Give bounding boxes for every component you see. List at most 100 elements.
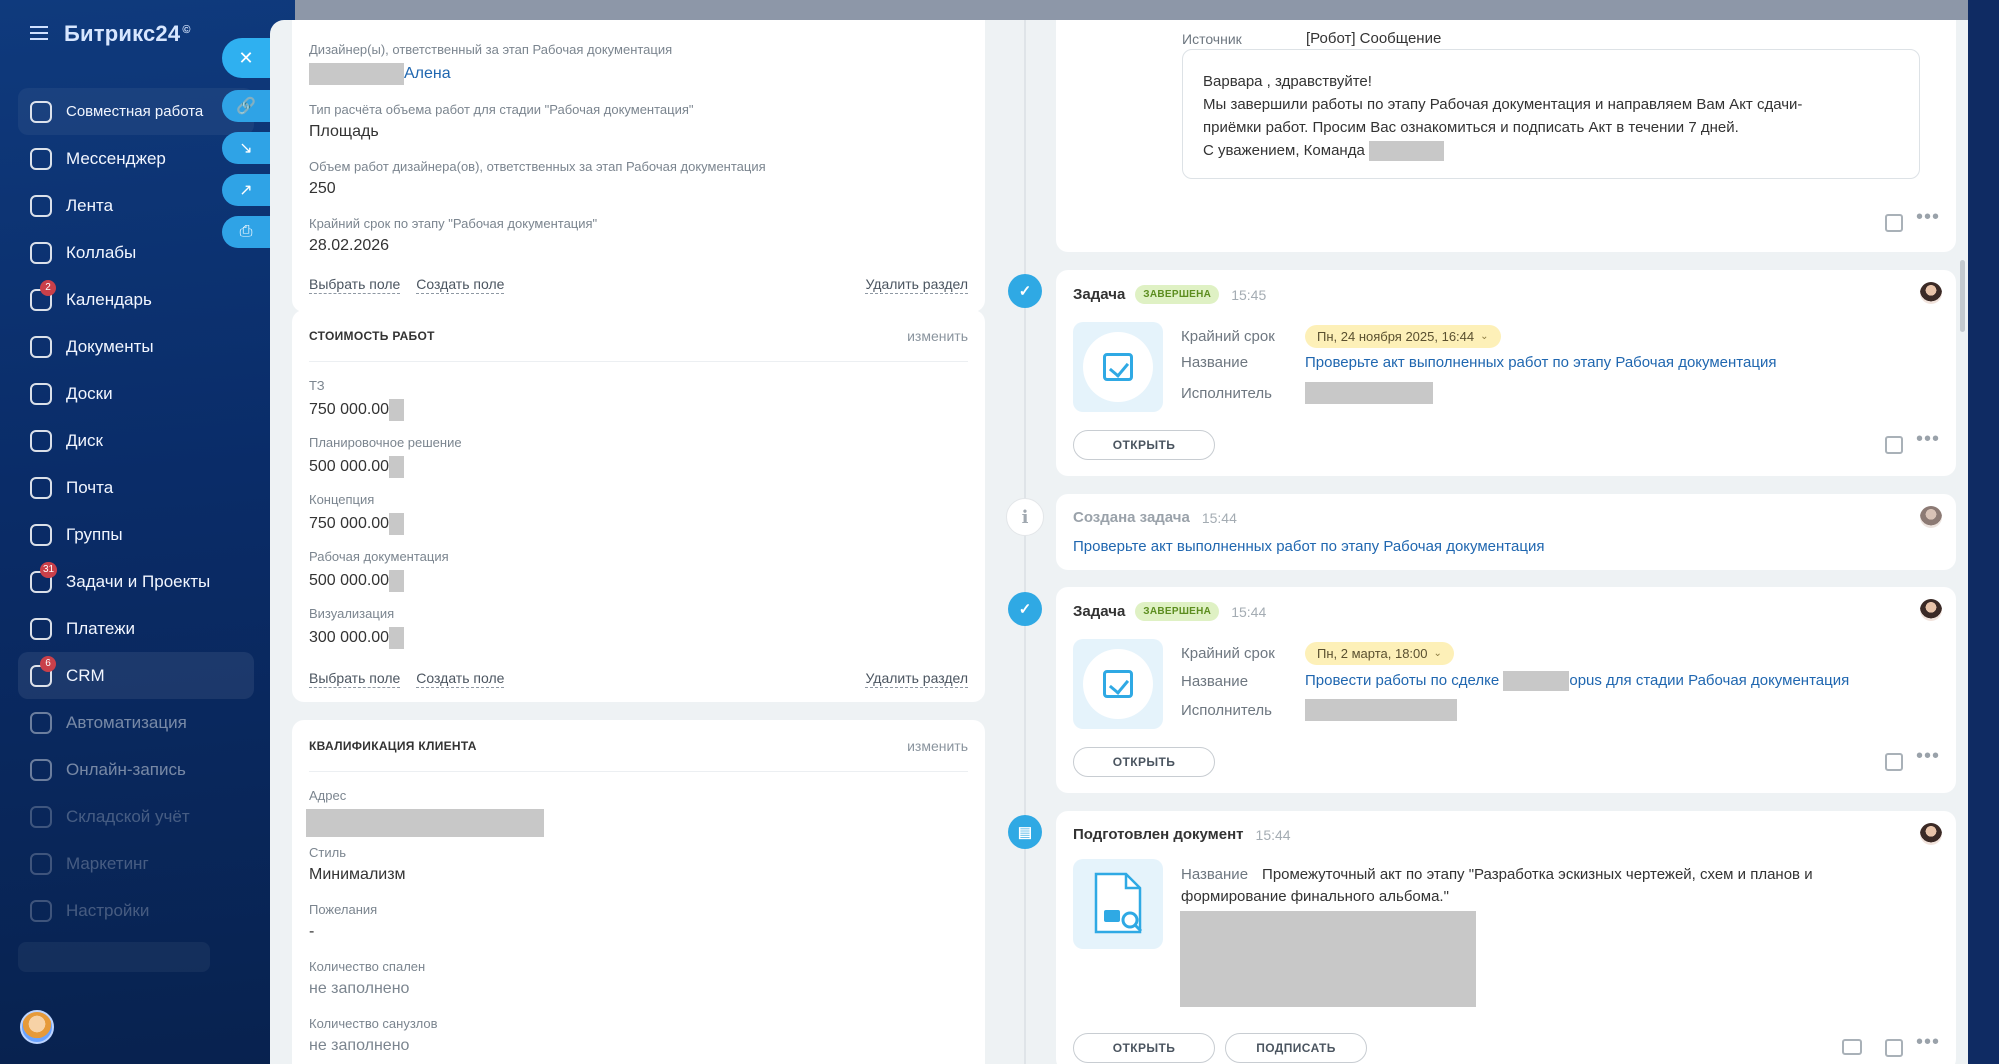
document-preview-icon <box>1073 859 1163 949</box>
sidebar-item-collabs[interactable]: Коллабы <box>18 229 254 276</box>
sidebar-item-disk[interactable]: Диск <box>18 417 254 464</box>
sidebar-item-groups[interactable]: Группы <box>18 511 254 558</box>
sidebar-item-payments[interactable]: Платежи <box>18 605 254 652</box>
sidebar-item-feed[interactable]: Лента <box>18 182 254 229</box>
delete-section-link[interactable]: Удалить раздел <box>865 276 968 294</box>
task-name-link[interactable]: Провести работы по сделке opus для стади… <box>1305 671 1849 691</box>
more-icon[interactable]: ••• <box>1916 1032 1940 1052</box>
sidebar-item-boards[interactable]: Доски <box>18 370 254 417</box>
counter-badge: 31 <box>40 562 58 578</box>
more-icon[interactable]: ••• <box>1916 746 1940 766</box>
mail-icon <box>30 476 52 499</box>
created-task-link[interactable]: Проверьте акт выполненных работ по этапу… <box>1073 538 1544 555</box>
card-footer: Выбрать поле Создать поле Удалить раздел <box>309 670 968 688</box>
style-value[interactable]: Минимализм <box>309 866 406 884</box>
sidebar-item-automation[interactable]: Автоматизация <box>18 699 254 746</box>
sign-button[interactable]: ПОДПИСАТЬ <box>1225 1033 1367 1063</box>
choose-field-link[interactable]: Выбрать поле <box>309 670 401 688</box>
note-icon[interactable] <box>1885 436 1903 454</box>
deadline-value[interactable]: 28.02.2026 <box>309 237 597 255</box>
print-button[interactable]: ⎙ <box>222 216 270 248</box>
disk-icon <box>30 429 52 452</box>
sidebar-item-chat[interactable]: Мессенджер <box>18 135 254 182</box>
more-icon[interactable]: ••• <box>1916 429 1940 449</box>
avatar[interactable] <box>1920 599 1942 621</box>
inventory-icon <box>30 805 52 828</box>
sidebar-item-inventory[interactable]: Складской учёт <box>18 793 254 840</box>
bathrooms-value[interactable]: не заполнено <box>309 1037 438 1055</box>
cost-field-value[interactable]: 750 000.00 <box>309 401 389 419</box>
sidebar-item-tasks[interactable]: Задачи и Проекты 31 <box>18 558 254 605</box>
user-avatar[interactable] <box>20 1010 54 1044</box>
print-icon[interactable] <box>1842 1039 1862 1055</box>
source-value: [Робот] Сообщение <box>1306 30 1442 47</box>
avatar[interactable] <box>1920 282 1942 304</box>
sidebar-item-settings[interactable]: Настройки <box>18 887 254 934</box>
cost-field-value[interactable]: 300 000.00 <box>309 629 389 647</box>
volume-value[interactable]: 250 <box>309 180 766 198</box>
sidebar-item-documents[interactable]: Документы <box>18 323 254 370</box>
task-done-icon: ✓ <box>1008 274 1042 308</box>
task-name-link[interactable]: Проверьте акт выполненных работ по этапу… <box>1305 354 1776 371</box>
boards-icon <box>30 382 52 405</box>
note-icon[interactable] <box>1885 1039 1903 1057</box>
bedrooms-value[interactable]: не заполнено <box>309 980 425 998</box>
open-button[interactable]: ОТКРЫТЬ <box>1073 747 1215 777</box>
designer-link[interactable]: Алена <box>404 65 451 83</box>
app-logo[interactable]: Битрикс24 © <box>64 21 191 47</box>
avatar[interactable] <box>1920 823 1942 845</box>
open-new-window-button[interactable]: ↗ <box>222 174 270 206</box>
note-icon[interactable] <box>1885 214 1903 232</box>
deadline-pill[interactable]: Пн, 24 ноября 2025, 16:44 ⌄ <box>1305 325 1501 348</box>
sidebar-item-booking[interactable]: Онлайн-запись <box>18 746 254 793</box>
message-line: Варвара , здравствуйте! <box>1203 73 1372 90</box>
message-line: Мы завершили работы по этапу Рабочая док… <box>1203 96 1803 113</box>
create-field-link[interactable]: Создать поле <box>416 276 505 294</box>
cost-edit-link[interactable]: изменить <box>907 328 968 344</box>
sidebar-item-label: Автоматизация <box>66 712 187 732</box>
cost-field-label: Планировочное решение <box>309 435 462 450</box>
source-label: Источник <box>1182 30 1242 47</box>
cost-field-value[interactable]: 500 000.00 <box>309 572 389 590</box>
cost-title: СТОИМОСТЬ РАБОТ <box>309 328 435 343</box>
timeline-task-card: Задача ЗАВЕРШЕНА 15:45 Крайний срок Пн, … <box>1056 270 1956 476</box>
status-badge: ЗАВЕРШЕНА <box>1135 285 1220 304</box>
note-icon[interactable] <box>1885 753 1903 771</box>
qual-edit-link[interactable]: изменить <box>907 738 968 754</box>
copy-link-button[interactable]: 🔗 <box>222 90 270 122</box>
open-button[interactable]: ОТКРЫТЬ <box>1073 430 1215 460</box>
payments-icon <box>30 617 52 640</box>
top-overlay-bar <box>295 0 1968 20</box>
scrollbar-thumb[interactable] <box>1960 260 1965 332</box>
sidebar-item-crm[interactable]: CRM 6 <box>18 652 254 699</box>
redacted-preview <box>1180 911 1476 1007</box>
wishes-value[interactable]: - <box>309 923 377 941</box>
avatar[interactable] <box>1920 506 1942 528</box>
sidebar-item-marketing[interactable]: Маркетинг <box>18 840 254 887</box>
cost-field: Планировочное решение 500 000.00 <box>309 435 462 478</box>
minimize-button[interactable]: ↘ <box>222 132 270 164</box>
close-slider-button[interactable]: ✕ <box>222 38 270 78</box>
redacted-block <box>389 456 405 478</box>
cost-field-value[interactable]: 500 000.00 <box>309 458 389 476</box>
sidebar-item-collab[interactable]: Совместная работа <box>18 88 254 135</box>
delete-section-link[interactable]: Удалить раздел <box>865 670 968 688</box>
sidebar-item-label: Маркетинг <box>66 853 149 873</box>
open-button[interactable]: ОТКРЫТЬ <box>1073 1033 1215 1063</box>
sidebar-bottom-bar[interactable] <box>18 942 210 972</box>
style-label: Стиль <box>309 845 346 860</box>
create-field-link[interactable]: Создать поле <box>416 670 505 688</box>
assignee-label: Исполнитель <box>1181 701 1272 719</box>
cost-field-value[interactable]: 750 000.00 <box>309 515 389 533</box>
menu-burger-icon[interactable] <box>30 26 48 40</box>
sidebar-item-mail[interactable]: Почта <box>18 464 254 511</box>
name-label: Название <box>1181 866 1249 883</box>
sidebar-item-label: Платежи <box>66 618 135 638</box>
qual-title: КВАЛИФИКАЦИЯ КЛИЕНТА <box>309 738 477 753</box>
sidebar-item-calendar[interactable]: Календарь 2 <box>18 276 254 323</box>
more-icon[interactable]: ••• <box>1916 207 1940 227</box>
sidebar-item-label: Почта <box>66 477 114 497</box>
choose-field-link[interactable]: Выбрать поле <box>309 276 401 294</box>
deadline-pill[interactable]: Пн, 2 марта, 18:00 ⌄ <box>1305 642 1454 665</box>
calc-type-value[interactable]: Площадь <box>309 123 694 141</box>
